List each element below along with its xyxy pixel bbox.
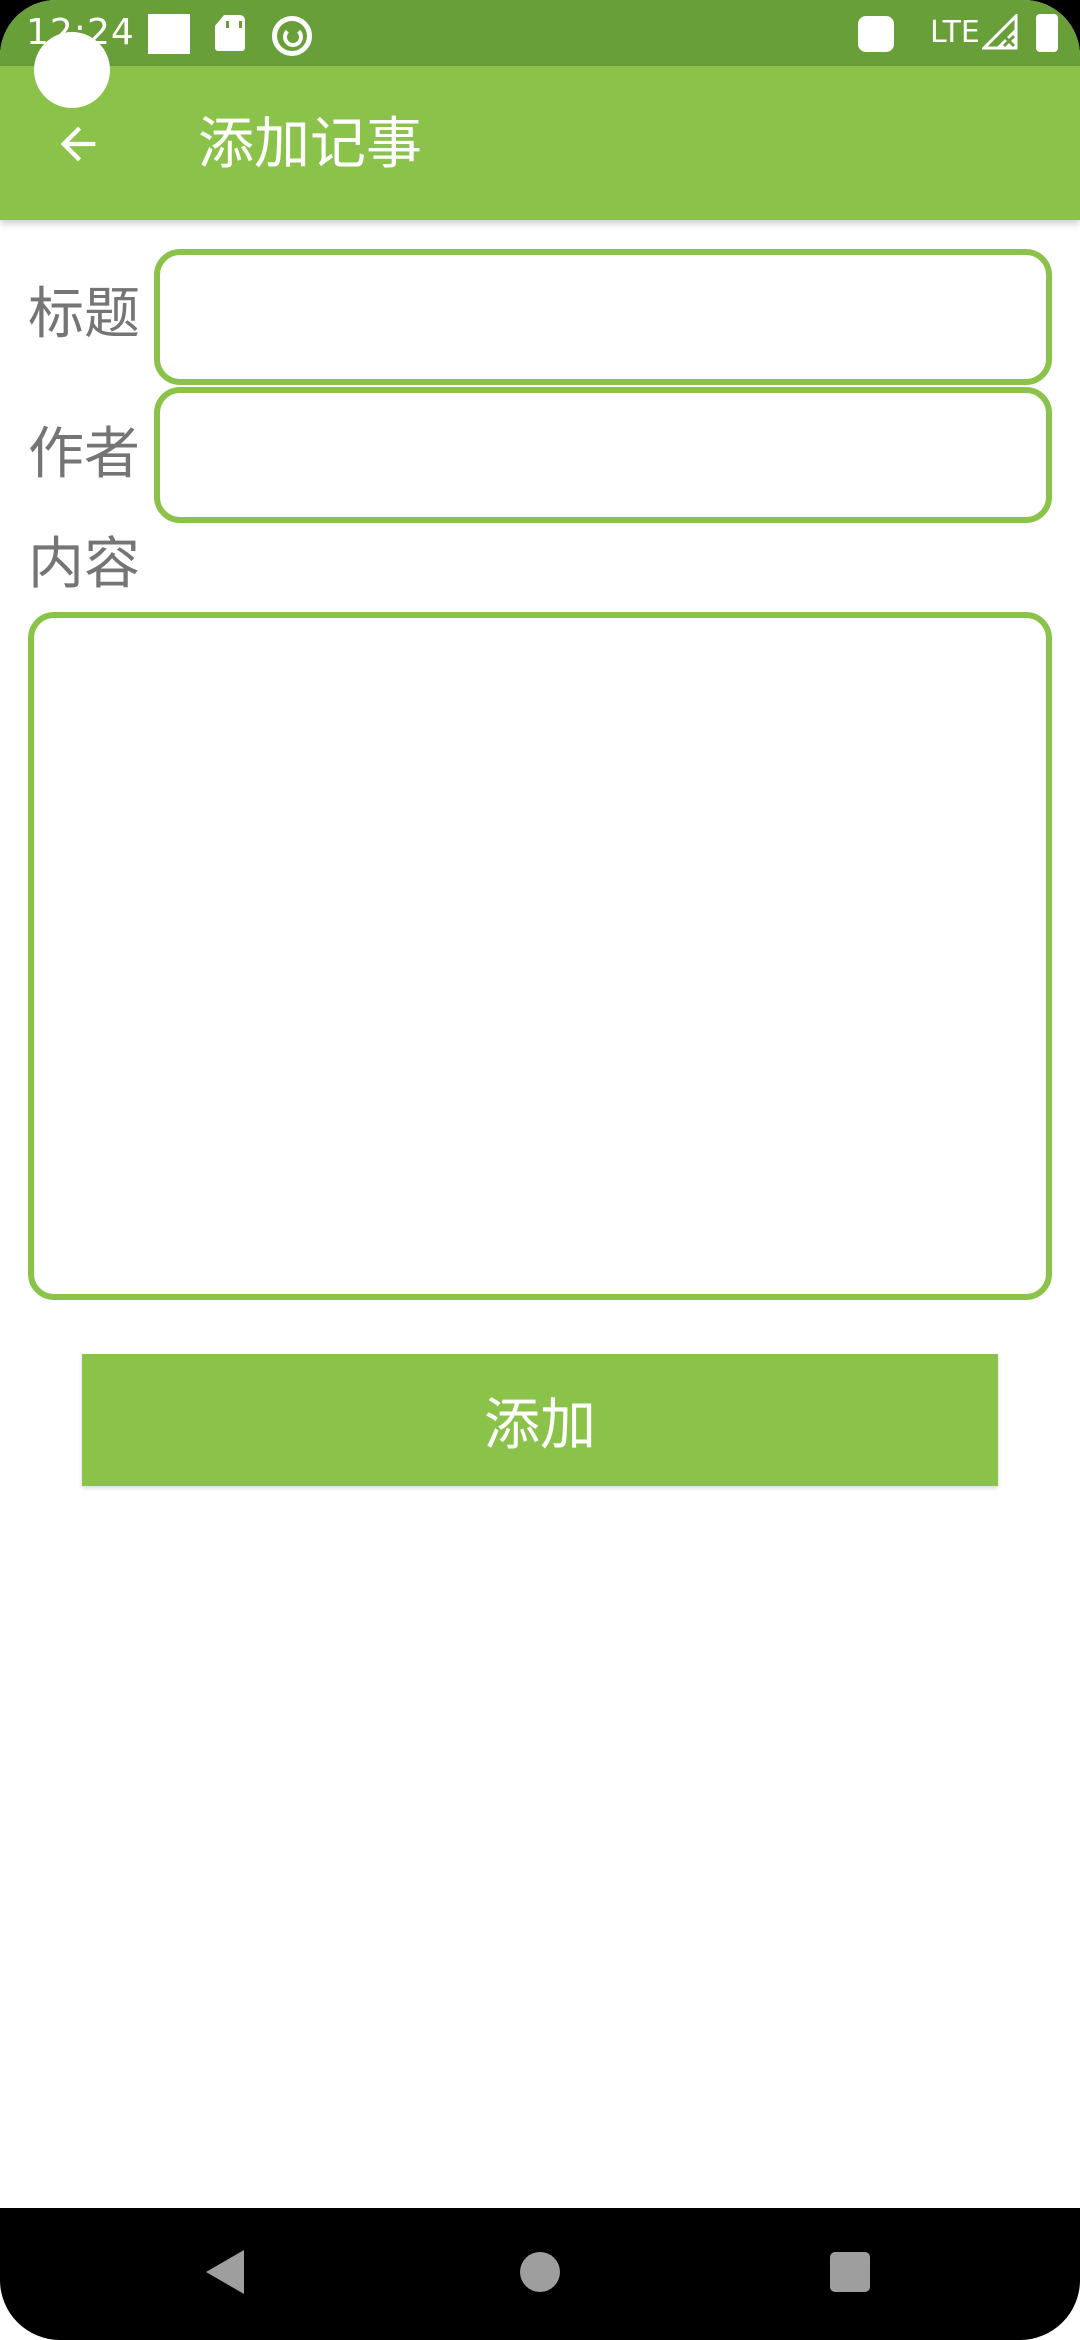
page-title: 添加记事: [198, 112, 422, 177]
status-bar: 12:24 LTE: [0, 0, 1080, 66]
author-input[interactable]: [160, 393, 1046, 517]
title-label: 标题: [28, 282, 140, 347]
signal-icon: [982, 14, 1018, 50]
network-type: LTE: [930, 15, 980, 50]
content-field-container: [28, 612, 1052, 1300]
nav-home-icon[interactable]: [520, 2252, 560, 2292]
navigation-bar: [0, 2208, 1080, 2340]
content-label: 内容: [28, 532, 140, 597]
notification-icon: [858, 16, 894, 52]
app-bar: 添加记事: [0, 66, 1080, 220]
author-label: 作者: [28, 422, 140, 487]
arrow-back-icon: [60, 126, 96, 162]
nav-back-icon[interactable]: [206, 2250, 244, 2294]
nav-recents-icon[interactable]: [830, 2252, 870, 2292]
data-saver-icon: [272, 16, 312, 56]
battery-icon: [1036, 14, 1058, 52]
sd-card-icon: [215, 15, 245, 51]
notification-square-icon: [148, 14, 190, 54]
title-input[interactable]: [160, 255, 1046, 379]
content-textarea[interactable]: [34, 618, 1046, 1294]
phone-screen: 12:24 LTE 添加记事 标题 作者 内容 添加: [0, 0, 1080, 2340]
back-button[interactable]: [40, 106, 116, 182]
author-field-container: [154, 387, 1052, 523]
floating-overlay-dot[interactable]: [34, 32, 110, 108]
add-button[interactable]: 添加: [82, 1354, 998, 1486]
title-field-container: [154, 249, 1052, 385]
